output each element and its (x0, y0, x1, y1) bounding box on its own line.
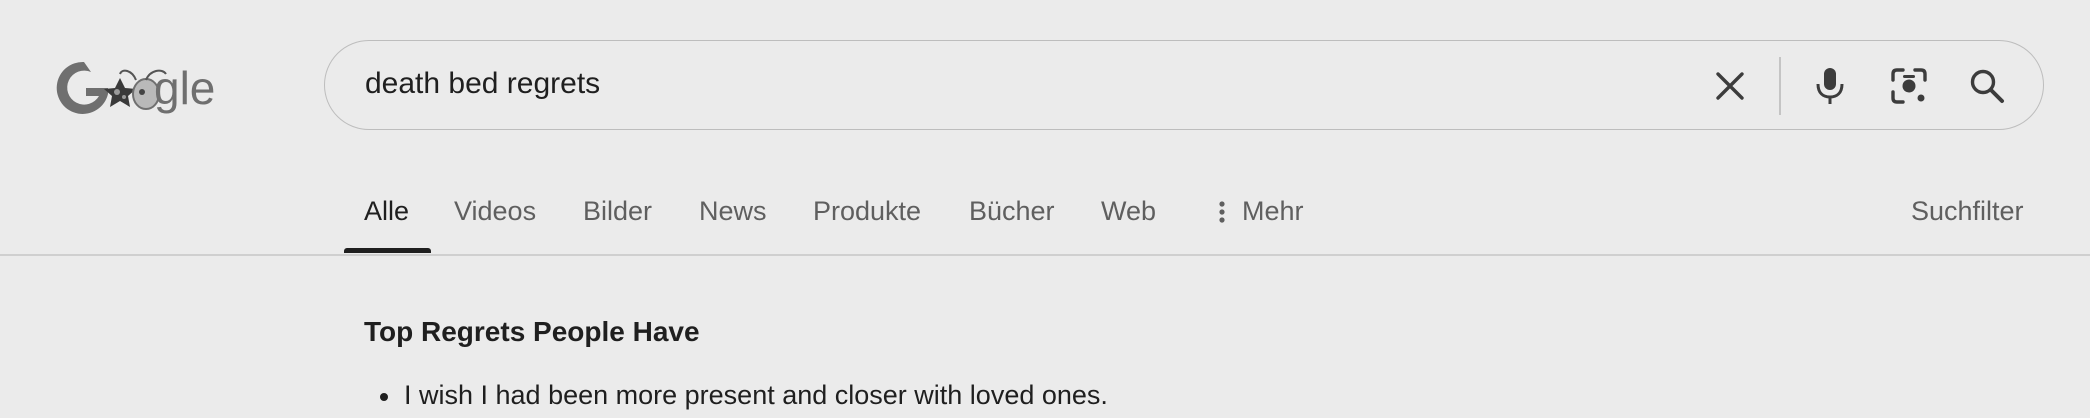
search-icon (1970, 69, 2004, 103)
svg-text:gle: gle (154, 62, 215, 114)
search-filter-button[interactable]: Suchfilter (1911, 196, 2024, 227)
search-submit-button[interactable] (1962, 61, 2012, 111)
tab-mehr[interactable]: Mehr (1210, 196, 1304, 227)
tab-mehr-label: Mehr (1242, 196, 1304, 226)
image-search-button[interactable] (1884, 61, 1934, 111)
search-tabs: Alle Videos Bilder News Produkte Bücher … (0, 186, 2090, 256)
search-box-divider (1779, 57, 1781, 115)
list-item-text: I wish I had been more present and close… (404, 380, 1108, 410)
camera-lens-icon (1891, 68, 1927, 104)
tabs-divider (0, 254, 2090, 256)
tab-web[interactable]: Web (1101, 196, 1156, 227)
google-logo[interactable]: gle (50, 52, 240, 122)
clear-search-button[interactable] (1705, 61, 1755, 111)
search-results-page: gle death bed regrets Alle Videos Bilder… (0, 0, 2090, 418)
bullet-icon (380, 393, 388, 401)
result-heading: Top Regrets People Have (364, 316, 700, 347)
tab-buecher[interactable]: Bücher (969, 196, 1055, 227)
voice-search-button[interactable] (1805, 61, 1855, 111)
active-tab-indicator (344, 248, 431, 253)
close-icon (1716, 72, 1744, 100)
search-input[interactable]: death bed regrets (365, 67, 600, 101)
search-box[interactable]: death bed regrets (324, 40, 2044, 130)
tab-videos[interactable]: Videos (454, 196, 536, 227)
more-vertical-icon (1219, 200, 1225, 223)
tab-bilder[interactable]: Bilder (583, 196, 652, 227)
tab-alle[interactable]: Alle (364, 196, 409, 227)
result-list: I wish I had been more present and close… (364, 380, 1108, 411)
tab-news[interactable]: News (699, 196, 767, 227)
google-doodle-logo-icon: gle (56, 61, 215, 114)
microphone-icon (1816, 68, 1844, 104)
tab-produkte[interactable]: Produkte (813, 196, 921, 227)
list-item: I wish I had been more present and close… (364, 380, 1108, 411)
